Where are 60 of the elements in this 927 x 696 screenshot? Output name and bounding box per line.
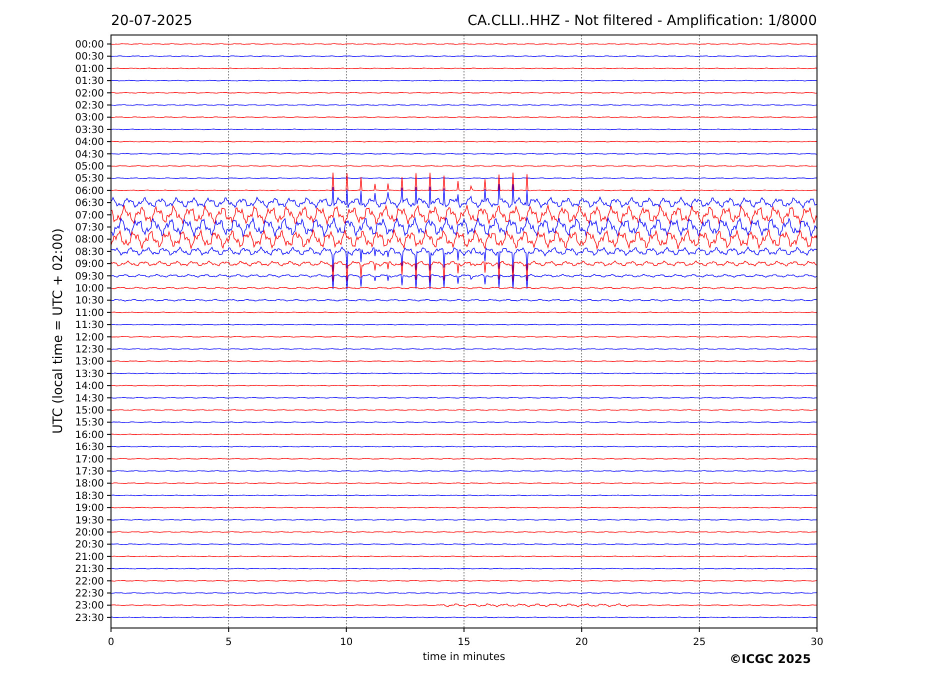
time-label: 21:00 (75, 552, 104, 563)
time-label: 01:00 (75, 64, 104, 75)
date-label: 20-07-2025 (111, 13, 192, 29)
time-label: 11:00 (75, 308, 104, 319)
time-label: 10:30 (75, 296, 104, 307)
time-label: 18:30 (75, 490, 104, 502)
tick-label: 30 (810, 637, 824, 648)
time-label: 23:00 (75, 600, 104, 612)
axis-title: time in minutes (422, 651, 506, 663)
time-label: 07:30 (75, 222, 104, 234)
time-label: 13:30 (75, 368, 104, 380)
time-label: 21:30 (75, 564, 104, 576)
time-label: 10:00 (75, 284, 104, 294)
tick-label: 25 (692, 637, 706, 648)
time-label: 13:00 (75, 356, 104, 368)
time-label: 22:30 (75, 588, 104, 600)
time-label: 20:00 (75, 528, 104, 538)
time-label: 08:00 (75, 234, 104, 246)
time-label: 09:00 (75, 259, 104, 270)
copyright-text: ©ICGC 2025 (729, 652, 811, 666)
time-label: 00:00 (75, 40, 104, 50)
time-label: 15:00 (75, 406, 104, 416)
time-label: 14:30 (75, 393, 104, 404)
time-label: 03:00 (75, 112, 104, 124)
time-label: 08:30 (75, 246, 104, 258)
time-label: 04:00 (75, 137, 104, 148)
time-label: 07:00 (75, 210, 104, 222)
chart-title: CA.CLLI..HHZ - Not filtered - Amplification: 1/8000 (468, 13, 817, 29)
time-label: 02:00 (75, 88, 104, 100)
time-label: 14:00 (75, 381, 104, 392)
axis-title: UTC (local time = UTC + 02:00) (51, 228, 66, 434)
tick-label: 5 (225, 637, 232, 648)
time-label: 22:00 (75, 576, 104, 588)
tick-label: 15 (458, 637, 470, 648)
time-label: 20:30 (75, 540, 104, 551)
time-label: 11:30 (75, 320, 104, 332)
time-label: 17:00 (75, 454, 104, 466)
time-label: 19:00 (75, 503, 104, 514)
time-label: 09:30 (75, 271, 104, 282)
time-label: 06:30 (75, 198, 104, 210)
time-label: 12:00 (75, 332, 104, 344)
time-label: 18:00 (75, 478, 104, 490)
time-label: 01:30 (75, 76, 104, 88)
tick-label: 20 (575, 637, 588, 648)
time-label: 16:00 (75, 430, 104, 441)
time-label: 19:30 (75, 515, 104, 526)
time-label: 04:30 (75, 149, 104, 160)
time-label: 05:00 (75, 162, 104, 172)
time-label: 17:30 (75, 466, 104, 478)
time-label: 15:30 (75, 418, 104, 429)
time-label: 23:30 (75, 612, 104, 624)
time-label: 06:00 (75, 186, 104, 197)
time-label: 05:30 (75, 174, 104, 185)
time-label: 00:30 (75, 52, 104, 63)
time-label: 02:30 (75, 100, 104, 112)
time-label: 03:30 (75, 124, 104, 136)
tick-label: 0 (108, 637, 114, 648)
time-label: 16:30 (75, 442, 104, 454)
time-label: 12:30 (75, 344, 104, 356)
tick-label: 10 (340, 637, 353, 648)
